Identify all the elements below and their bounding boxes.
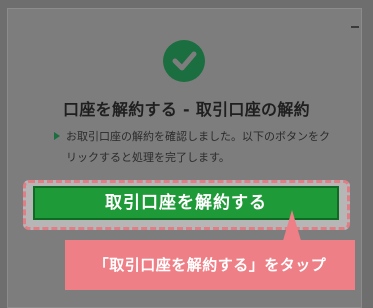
instruction-callout: 「取引口座を解約する」をタップ: [65, 240, 355, 290]
minimize-icon[interactable]: [351, 26, 359, 28]
callout-pointer: [282, 210, 302, 244]
dialog-title: 口座を解約する - 取引口座の解約: [63, 100, 310, 119]
triangle-bullet-icon: [54, 132, 60, 140]
check-icon: [163, 40, 205, 82]
dialog-message: お取引口座の解約を確認しました。以下のボタンをクリックすると処理を完了します。: [66, 130, 330, 164]
screen-backdrop: 口座を解約する - 取引口座の解約 お取引口座の解約を確認しました。以下のボタン…: [0, 0, 373, 308]
